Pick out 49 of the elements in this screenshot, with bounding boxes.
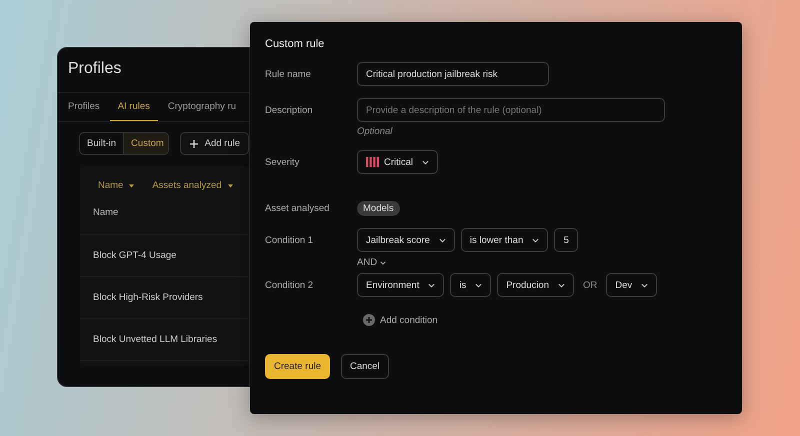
chevron-down-icon — [558, 282, 565, 288]
plus-circle-icon — [363, 314, 375, 326]
table-cell[interactable]: Block GPT-4 Usage — [80, 235, 249, 277]
segment-button[interactable]: Custom — [123, 133, 168, 154]
column-header: Name — [80, 191, 249, 235]
window-title: Profiles — [58, 48, 249, 93]
condition-dropdown[interactable]: is lower than — [460, 228, 548, 252]
table-cell[interactable]: Block Unvetted LLM Libraries — [80, 319, 249, 361]
severity-dropdown[interactable]: Critical — [357, 150, 438, 174]
tab[interactable]: Cryptography ru — [168, 93, 236, 121]
caret-icon — [228, 184, 233, 188]
add-rule-button[interactable]: Add rule — [180, 132, 249, 155]
cancel-button[interactable]: Cancel — [341, 354, 389, 379]
sort-dropdown[interactable]: Assets analyzed — [152, 180, 233, 191]
tab[interactable]: AI rules — [110, 93, 158, 121]
value-field[interactable]: 5 — [554, 228, 578, 252]
chevron-down-icon — [438, 238, 446, 242]
or-label: OR — [582, 280, 598, 290]
field-hint: Optional — [357, 126, 394, 137]
description-field[interactable]: Provide a description of the rule (optional) — [357, 98, 665, 122]
field-label: Condition 2 — [265, 280, 314, 290]
tab[interactable]: Profiles — [68, 93, 100, 121]
condition-dropdown[interactable]: Producion — [497, 273, 574, 297]
field-label: Severity — [265, 156, 300, 168]
chevron-down-icon — [532, 238, 540, 242]
rule-name-field[interactable]: Critical production jailbreak risk — [357, 62, 549, 86]
create-button[interactable]: Create rule — [265, 354, 330, 379]
add-condition-button[interactable]: Add condition — [363, 314, 438, 326]
field-label: Asset analysed — [265, 203, 330, 214]
plus-icon — [188, 138, 199, 148]
asset-chip: Models — [357, 201, 400, 216]
joiner-dropdown[interactable]: AND — [357, 257, 386, 268]
condition-dropdown[interactable]: is — [450, 273, 492, 297]
table-cell[interactable]: Block High-Risk Providers — [80, 277, 249, 319]
field-label: Rule name — [265, 68, 312, 80]
condition-dropdown[interactable]: Environment — [357, 273, 444, 297]
caret-icon — [129, 184, 134, 188]
chevron-down-icon — [380, 260, 386, 264]
dialog-title: Custom rule — [265, 38, 326, 50]
field-label: Condition 1 — [265, 234, 314, 246]
condition-dropdown[interactable]: Dev — [606, 273, 658, 297]
condition-dropdown[interactable]: Jailbreak score — [357, 228, 455, 252]
field-label: Description — [265, 104, 314, 116]
chevron-down-icon — [475, 282, 482, 288]
chevron-down-icon — [641, 282, 648, 288]
chevron-down-icon — [422, 160, 430, 164]
sort-dropdown[interactable]: Name — [98, 180, 134, 191]
segment-button[interactable]: Built-in — [80, 133, 124, 154]
chevron-down-icon — [428, 282, 436, 288]
